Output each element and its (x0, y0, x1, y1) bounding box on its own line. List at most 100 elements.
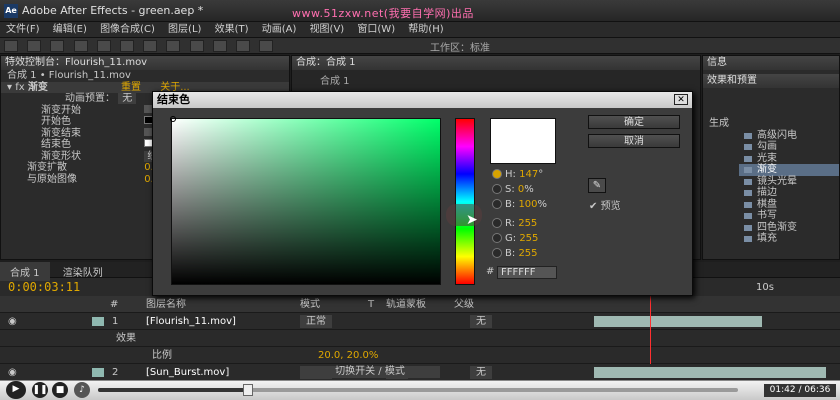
g-value[interactable]: 255 (519, 233, 538, 244)
preset-label: 动画预置： (65, 93, 115, 104)
effects-list: 高级闪电 勾画 光束 渐变 镜头光晕 描边 棋盘 书写 四色渐变 填充 (703, 130, 839, 245)
eraser-tool-icon[interactable] (235, 40, 250, 52)
list-item[interactable]: 光束 (739, 153, 839, 165)
workspace-selector[interactable]: 工作区：标准 (430, 39, 490, 54)
pen-tool-icon[interactable] (143, 40, 158, 52)
scale-value[interactable]: 20.0, 20.0% (318, 347, 378, 364)
zoom-tool-icon[interactable] (50, 40, 65, 52)
brush-tool-icon[interactable] (189, 40, 204, 52)
radio-s[interactable] (492, 184, 502, 194)
menu-help[interactable]: 帮助(H) (408, 22, 443, 38)
composition-tab[interactable]: 合成：合成 1 (292, 56, 700, 70)
menu-edit[interactable]: 编辑(E) (53, 22, 87, 38)
field-cursor-icon[interactable] (170, 116, 176, 122)
text-tool-icon[interactable] (166, 40, 181, 52)
puppet-tool-icon[interactable] (259, 40, 274, 52)
list-item[interactable]: 填充 (739, 233, 839, 245)
table-row: 效果 (0, 330, 840, 347)
list-item[interactable]: 高级闪电 (739, 130, 839, 142)
selection-tool-icon[interactable] (4, 40, 18, 52)
radio-g[interactable] (492, 233, 502, 243)
category-generate[interactable]: 生成 (703, 118, 839, 130)
comp-label: 合成 1 (320, 76, 350, 87)
list-item[interactable]: 勾画 (739, 141, 839, 153)
effect-controls-tab[interactable]: 特效控制台：Flourish_11.mov (1, 56, 289, 70)
h-value[interactable]: 147 (519, 169, 538, 180)
info-tab[interactable]: 信息 (703, 56, 839, 70)
switch-mode-toggle[interactable]: 切换开关 / 模式 (300, 366, 440, 378)
timecode[interactable]: 0:00:03:11 (8, 280, 80, 294)
ok-button[interactable]: 确定 (588, 115, 680, 129)
layer-name[interactable]: [Flourish_11.mov] (146, 313, 236, 330)
layer-name[interactable]: [Sun_Burst.mov] (146, 364, 229, 381)
parent-dropdown[interactable]: 无 (470, 366, 492, 379)
hex-prefix: # (486, 266, 495, 277)
col-trkmat: 轨道蒙板 (386, 299, 426, 310)
eyedropper-icon[interactable]: ✎ (588, 178, 606, 193)
hue-slider[interactable] (455, 118, 475, 285)
stop-icon[interactable]: ■ (52, 382, 68, 398)
list-item[interactable]: 书写 (739, 210, 839, 222)
prop-label: 渐变扩散 (27, 162, 67, 173)
rotate-tool-icon[interactable] (73, 40, 88, 52)
clone-tool-icon[interactable] (212, 40, 227, 52)
b-value[interactable]: 100 (518, 199, 537, 210)
menu-window[interactable]: 窗口(W) (357, 22, 395, 38)
eye-icon[interactable]: ◉ (8, 313, 17, 330)
hex-input[interactable]: FFFFFF (497, 266, 557, 279)
preview-label: 预览 (600, 201, 621, 212)
effects-group[interactable]: 效果 (116, 330, 136, 347)
list-item[interactable]: 镜头光晕 (739, 176, 839, 188)
cancel-button[interactable]: 取消 (588, 134, 680, 148)
list-item-selected[interactable]: 渐变 (739, 164, 839, 176)
reset-link[interactable]: 重置 (121, 82, 141, 93)
camera-tool-icon[interactable] (96, 40, 111, 52)
menu-composition[interactable]: 图像合成(C) (100, 22, 155, 38)
blue-row: B: 255 (492, 246, 538, 261)
pan-behind-tool-icon[interactable] (119, 40, 134, 52)
preview-checkbox[interactable]: ✔ 预览 (589, 197, 621, 212)
eye-icon[interactable]: ◉ (8, 364, 17, 381)
close-icon[interactable]: ✕ (674, 94, 688, 105)
play-icon[interactable]: ▶ (6, 381, 26, 399)
b2-value[interactable]: 255 (518, 248, 537, 259)
volume-icon[interactable]: ♪ (74, 382, 90, 398)
r-value[interactable]: 255 (518, 218, 537, 229)
radio-r[interactable] (492, 218, 502, 228)
label-color-icon[interactable] (92, 368, 104, 377)
saturation-row: S: 0% (492, 182, 547, 197)
radio-h[interactable] (492, 169, 502, 179)
table-row[interactable]: ◉ 1 [Flourish_11.mov] 正常 无 (0, 313, 840, 330)
list-item[interactable]: 描边 (739, 187, 839, 199)
menu-animation[interactable]: 动画(A) (262, 22, 297, 38)
pause-icon[interactable]: ❚❚ (32, 382, 48, 398)
prop-label: 渐变形状 (41, 150, 81, 162)
dialog-title: 结束色 (157, 93, 190, 106)
col-mode: 模式 (300, 299, 320, 310)
menu-file[interactable]: 文件(F) (6, 22, 40, 38)
preset-dropdown[interactable]: 无 (118, 93, 137, 104)
hand-tool-icon[interactable] (27, 40, 42, 52)
menu-bar: 文件(F) 编辑(E) 图像合成(C) 图层(L) 效果(T) 动画(A) 视图… (0, 22, 840, 38)
list-item[interactable]: 四色渐变 (739, 222, 839, 234)
effects-presets-tab[interactable]: 效果和预置 (703, 74, 839, 88)
menu-effect[interactable]: 效果(T) (215, 22, 249, 38)
label-color-icon[interactable] (92, 317, 104, 326)
ruler-mark: 10s (756, 282, 774, 293)
workspace-label: 工作区： (430, 43, 470, 54)
parent-dropdown[interactable]: 无 (470, 315, 492, 328)
radio-b[interactable] (492, 199, 502, 209)
mode-dropdown[interactable]: 正常 (300, 315, 332, 328)
menu-view[interactable]: 视图(V) (310, 22, 345, 38)
radio-b2[interactable] (492, 248, 502, 258)
tools-bar (0, 38, 840, 54)
list-item[interactable]: 棋盘 (739, 199, 839, 211)
seek-handle[interactable] (243, 384, 253, 396)
prop-label: 结束色 (41, 139, 71, 150)
saturation-brightness-field[interactable] (171, 118, 441, 285)
layer-duration-bar[interactable] (594, 367, 826, 378)
rgb-group: R: 255 G: 255 B: 255 (492, 216, 538, 261)
workspace-value: 标准 (470, 43, 490, 54)
menu-layer[interactable]: 图层(L) (168, 22, 201, 38)
layer-duration-bar[interactable] (594, 316, 762, 327)
